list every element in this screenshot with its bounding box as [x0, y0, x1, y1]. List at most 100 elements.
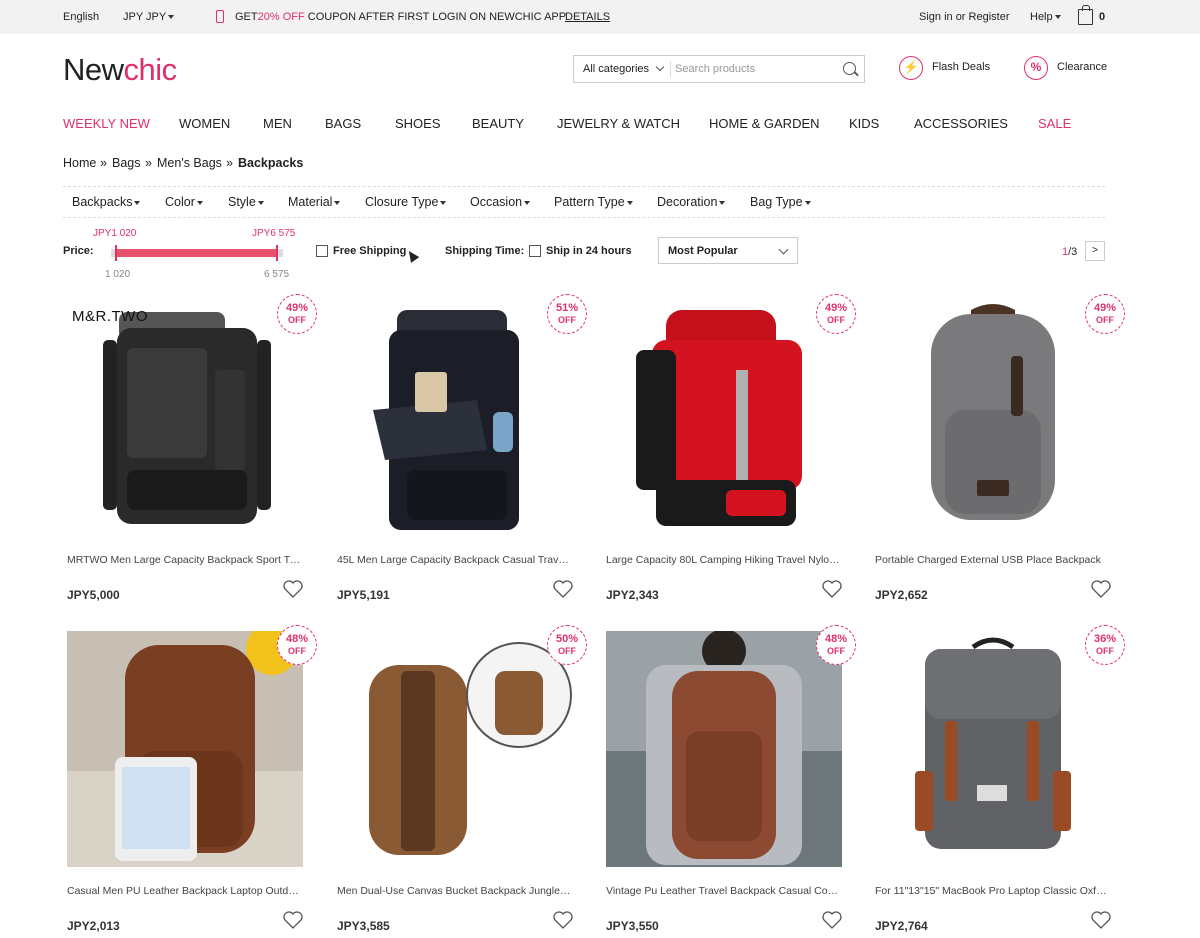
product-price: JPY5,000: [67, 588, 120, 602]
filter-style[interactable]: Style: [228, 195, 264, 209]
next-page-button[interactable]: >: [1085, 241, 1105, 261]
heart-icon[interactable]: [1091, 911, 1111, 929]
product-image[interactable]: [875, 631, 1111, 867]
filter-material[interactable]: Material: [288, 195, 341, 209]
heart-icon[interactable]: [822, 580, 842, 598]
caret-down-icon: [134, 200, 141, 205]
product-title[interactable]: Portable Charged External USB Place Back…: [875, 554, 1111, 566]
caret-down-icon: [804, 200, 811, 205]
search-icon[interactable]: [843, 62, 856, 75]
filter-color[interactable]: Color: [165, 195, 203, 209]
breadcrumb-current: Backpacks: [238, 156, 304, 170]
divider: [63, 186, 1105, 187]
nav-beauty[interactable]: BEAUTY: [472, 116, 524, 131]
product-card[interactable]: 51% OFF 45L Men Large Capacity Backpack C…: [337, 294, 587, 602]
top-bar: English JPY JPY GET20% OFF COUPON AFTER …: [0, 0, 1200, 34]
breadcrumb-mens-bags[interactable]: Men's Bags: [157, 156, 222, 170]
heart-icon[interactable]: [1091, 580, 1111, 598]
phone-icon: [216, 10, 224, 23]
product-image[interactable]: [875, 300, 1111, 536]
caret-down-icon: [334, 200, 341, 205]
backpack-image: [67, 631, 303, 867]
free-shipping-label[interactable]: Free Shipping: [333, 245, 406, 257]
product-image[interactable]: [337, 631, 573, 867]
heart-icon[interactable]: [553, 580, 573, 598]
filter-backpacks[interactable]: Backpacks: [72, 195, 141, 209]
product-card[interactable]: 49% OFF Large Capacity 80L Camping Hiking…: [606, 294, 856, 602]
search-category-select[interactable]: All categories: [583, 63, 649, 75]
product-title[interactable]: Vintage Pu Leather Travel Backpack Casua…: [606, 885, 842, 897]
product-card[interactable]: 48% OFF Vintage Pu Leather Travel Backpac…: [606, 625, 856, 933]
product-price: JPY3,585: [337, 919, 390, 933]
product-card[interactable]: 48% OFF Casual Men PU Leather Backpack La…: [67, 625, 317, 933]
product-card[interactable]: 50% OFF Men Dual-Use Canvas Bucket Backpa…: [337, 625, 587, 933]
language-selector[interactable]: English: [63, 11, 99, 23]
help-label: Help: [1030, 11, 1053, 23]
promo-details-link[interactable]: DETAILS: [565, 11, 610, 23]
price-min-selected: JPY1 020: [93, 228, 137, 239]
nav-jewelry-watch[interactable]: JEWELRY & WATCH: [557, 116, 680, 131]
product-price: JPY5,191: [337, 588, 390, 602]
nav-accessories[interactable]: ACCESSORIES: [914, 116, 1008, 131]
price-max-selected: JPY6 575: [252, 228, 296, 239]
nav-men[interactable]: MEN: [263, 116, 292, 131]
price-max-handle[interactable]: [276, 245, 278, 261]
help-menu[interactable]: Help: [1030, 11, 1061, 23]
flash-deals-link[interactable]: Flash Deals: [932, 61, 990, 73]
filter-closure-type[interactable]: Closure Type: [365, 195, 447, 209]
product-title[interactable]: MRTWO Men Large Capacity Backpack Sport …: [67, 554, 303, 566]
product-title[interactable]: Casual Men PU Leather Backpack Laptop Ou…: [67, 885, 303, 897]
product-title[interactable]: Men Dual-Use Canvas Bucket Backpack Jung…: [337, 885, 573, 897]
product-image[interactable]: [606, 631, 842, 867]
sort-select[interactable]: Most Popular: [658, 237, 798, 264]
breadcrumb-bags[interactable]: Bags: [112, 156, 141, 170]
caret-down-icon: [440, 200, 447, 205]
clearance-link[interactable]: Clearance: [1057, 61, 1107, 73]
search-input[interactable]: [675, 60, 835, 78]
product-image[interactable]: [67, 631, 303, 867]
heart-icon[interactable]: [283, 911, 303, 929]
heart-icon[interactable]: [822, 911, 842, 929]
filter-bag-type[interactable]: Bag Type: [750, 195, 811, 209]
filter-pattern-type[interactable]: Pattern Type: [554, 195, 633, 209]
ship-24h-checkbox[interactable]: [529, 245, 541, 257]
breadcrumb-home[interactable]: Home: [63, 156, 96, 170]
product-image[interactable]: M&R.TWO: [67, 300, 303, 536]
nav-women[interactable]: WOMEN: [179, 116, 230, 131]
heart-icon[interactable]: [283, 580, 303, 598]
breadcrumb-separator: »: [100, 156, 107, 170]
discount-badge: 49% OFF: [1085, 294, 1125, 334]
filter-occasion[interactable]: Occasion: [470, 195, 531, 209]
cart-icon[interactable]: [1078, 5, 1093, 25]
product-image[interactable]: [337, 300, 573, 536]
product-title[interactable]: For 11"13"15" MacBook Pro Laptop Classic…: [875, 885, 1111, 897]
flash-deals-icon[interactable]: ⚡: [899, 56, 923, 80]
nav-sale[interactable]: SALE: [1038, 116, 1071, 131]
product-card[interactable]: 49% OFF Portable Charged External USB Pla…: [875, 294, 1125, 602]
ship-24h-label[interactable]: Ship in 24 hours: [546, 245, 632, 257]
product-title[interactable]: 45L Men Large Capacity Backpack Casual T…: [337, 554, 573, 566]
product-price: JPY2,652: [875, 588, 928, 602]
heart-icon[interactable]: [553, 911, 573, 929]
signin-register-link[interactable]: Sign in or Register: [919, 11, 1010, 23]
product-card[interactable]: 36% OFF For 11"13"15" MacBook Pro Laptop …: [875, 625, 1125, 933]
nav-kids[interactable]: KIDS: [849, 116, 879, 131]
search-bar: All categories: [573, 55, 865, 83]
free-shipping-checkbox[interactable]: [316, 245, 328, 257]
product-card[interactable]: M&R.TWO 49% OFF MRTWO Men Large Capacity …: [67, 294, 317, 602]
nav-shoes[interactable]: SHOES: [395, 116, 441, 131]
caret-down-icon: [524, 200, 531, 205]
currency-selector[interactable]: JPY JPY: [123, 11, 175, 23]
discount-badge: 49% OFF: [816, 294, 856, 334]
nav-weekly-new[interactable]: WEEKLY NEW: [63, 116, 150, 131]
clearance-icon[interactable]: %: [1024, 56, 1048, 80]
filter-decoration[interactable]: Decoration: [657, 195, 726, 209]
product-image[interactable]: [606, 300, 842, 536]
discount-badge: 48% OFF: [816, 625, 856, 665]
product-title[interactable]: Large Capacity 80L Camping Hiking Travel…: [606, 554, 842, 566]
price-min-handle[interactable]: [115, 245, 117, 261]
breadcrumb-separator: »: [226, 156, 233, 170]
nav-bags[interactable]: BAGS: [325, 116, 361, 131]
nav-home-garden[interactable]: HOME & GARDEN: [709, 116, 820, 131]
site-logo[interactable]: Newchic: [63, 52, 177, 88]
